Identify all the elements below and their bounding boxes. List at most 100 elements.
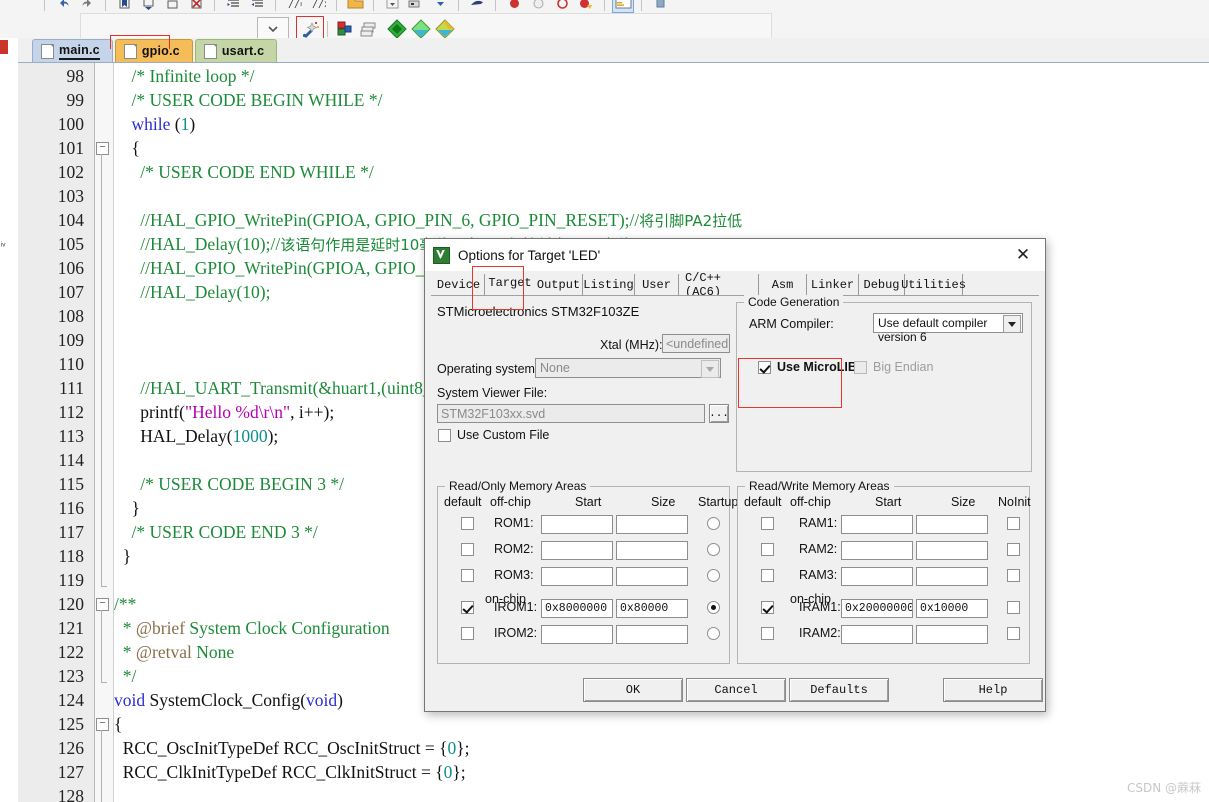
breakpoint-disable-icon[interactable]: [528, 0, 548, 12]
memory-noinit-checkbox[interactable]: [1007, 601, 1020, 614]
code-line[interactable]: void SystemClock_Config(void): [114, 688, 343, 712]
close-project-icon[interactable]: [0, 40, 8, 54]
code-line[interactable]: /* USER CODE END 3 */: [114, 520, 318, 544]
memory-size-input[interactable]: [616, 515, 688, 534]
memory-size-input[interactable]: 0x80000: [616, 599, 688, 618]
code-line[interactable]: * @retval None: [114, 640, 234, 664]
memory-start-input[interactable]: [541, 567, 613, 586]
rebuild-icon[interactable]: [433, 19, 457, 39]
chevron-down-icon[interactable]: [1003, 315, 1021, 333]
bookmark-icon[interactable]: [114, 0, 134, 12]
arm-compiler-select[interactable]: Use default compiler version 6: [873, 313, 1023, 344]
dropdown-arrow-icon[interactable]: [430, 0, 450, 12]
breakpoint-kill-all-icon[interactable]: [552, 0, 572, 12]
memory-default-checkbox[interactable]: [461, 543, 474, 556]
memory-default-checkbox[interactable]: [461, 627, 474, 640]
code-line[interactable]: {: [114, 136, 140, 160]
memory-start-input[interactable]: [541, 515, 613, 534]
operating-system-select[interactable]: None: [535, 358, 721, 378]
target-options-icon[interactable]: [406, 0, 426, 12]
dialog-tab-linker[interactable]: Linker: [807, 274, 859, 295]
file-tab-main-c[interactable]: main.c: [32, 39, 113, 62]
close-icon[interactable]: ✕: [1001, 239, 1045, 271]
memory-size-input[interactable]: [616, 625, 688, 644]
memory-start-input[interactable]: [841, 541, 913, 560]
chevron-down-icon[interactable]: [701, 360, 719, 378]
memory-start-input[interactable]: 0x8000000: [541, 599, 613, 618]
memory-size-input[interactable]: [616, 567, 688, 586]
memory-start-input[interactable]: [541, 625, 613, 644]
redo-icon[interactable]: [77, 0, 97, 12]
memory-size-input[interactable]: [916, 515, 988, 534]
fold-toggle-icon[interactable]: −: [96, 718, 109, 731]
breakpoint-insert-icon[interactable]: [504, 0, 524, 12]
dialog-tab-asm[interactable]: Asm: [759, 274, 807, 295]
code-line[interactable]: /* USER CODE END WHILE */: [114, 160, 373, 184]
code-line[interactable]: }: [114, 496, 140, 520]
memory-noinit-checkbox[interactable]: [1007, 627, 1020, 640]
outdent-icon[interactable]: [247, 0, 267, 12]
target-select-icon[interactable]: [382, 0, 402, 12]
memory-start-input[interactable]: 0x20000000: [841, 599, 913, 618]
memory-noinit-checkbox[interactable]: [1007, 569, 1020, 582]
code-line[interactable]: }: [114, 544, 131, 568]
breakpoint-disable-all-icon[interactable]: [576, 0, 596, 12]
memory-default-checkbox[interactable]: [761, 627, 774, 640]
code-line[interactable]: /* USER CODE BEGIN 3 */: [114, 472, 344, 496]
code-line[interactable]: /**: [114, 592, 136, 616]
code-line[interactable]: */: [114, 664, 137, 688]
ok-button[interactable]: OK: [583, 678, 683, 702]
memory-default-checkbox[interactable]: [761, 517, 774, 530]
memory-start-input[interactable]: [841, 625, 913, 644]
bookmark-clear-icon[interactable]: [186, 0, 206, 12]
code-line[interactable]: {: [114, 712, 122, 736]
cancel-button[interactable]: Cancel: [686, 678, 786, 702]
use-custom-file-checkbox[interactable]: [438, 429, 451, 442]
xtal-input[interactable]: <undefined>: [662, 334, 730, 353]
memory-size-input[interactable]: [916, 541, 988, 560]
project-window-icon[interactable]: [612, 0, 634, 13]
code-line[interactable]: HAL_Delay(1000);: [114, 424, 278, 448]
memory-noinit-checkbox[interactable]: [1007, 517, 1020, 530]
system-viewer-browse-button[interactable]: ...: [709, 404, 729, 423]
memory-start-input[interactable]: [541, 541, 613, 560]
memory-default-checkbox[interactable]: [761, 543, 774, 556]
dialog-tab-listing[interactable]: Listing: [583, 274, 635, 295]
dialog-tab-utilities[interactable]: Utilities: [901, 274, 966, 295]
fold-toggle-icon[interactable]: −: [96, 142, 109, 155]
memory-start-input[interactable]: [841, 567, 913, 586]
code-line[interactable]: RCC_OscInitTypeDef RCC_OscInitStruct = {…: [114, 736, 470, 760]
uncomment-icon[interactable]: //x: [308, 0, 328, 12]
memory-default-checkbox[interactable]: [461, 569, 474, 582]
help-button[interactable]: Help: [943, 678, 1043, 702]
code-line[interactable]: printf("Hello %d\r\n", i++);: [114, 400, 334, 424]
memory-default-checkbox[interactable]: [761, 601, 774, 614]
memory-default-checkbox[interactable]: [761, 569, 774, 582]
code-line[interactable]: //HAL_Delay(10);: [114, 280, 270, 304]
code-folding-column[interactable]: [95, 63, 114, 802]
indent-icon[interactable]: [223, 0, 243, 12]
code-line[interactable]: while (1): [114, 112, 196, 136]
debug-start-icon[interactable]: [467, 0, 487, 12]
window-dropdown-icon[interactable]: [650, 0, 670, 12]
code-line[interactable]: RCC_ClkInitTypeDef RCC_ClkInitStruct = {…: [114, 760, 466, 784]
memory-startup-radio[interactable]: [707, 601, 720, 614]
comment-icon[interactable]: //=: [284, 0, 304, 12]
system-viewer-file-input[interactable]: STM32F103xx.svd: [437, 404, 705, 423]
dialog-tab-output[interactable]: Output: [535, 274, 583, 295]
memory-size-input[interactable]: 0x10000: [916, 599, 988, 618]
code-line[interactable]: /* USER CODE BEGIN WHILE */: [114, 88, 383, 112]
memory-start-input[interactable]: [841, 515, 913, 534]
memory-default-checkbox[interactable]: [461, 601, 474, 614]
memory-size-input[interactable]: [616, 541, 688, 560]
memory-default-checkbox[interactable]: [461, 517, 474, 530]
dialog-tab-debug[interactable]: Debug: [859, 274, 905, 295]
fold-toggle-icon[interactable]: −: [96, 598, 109, 611]
memory-startup-radio[interactable]: [707, 569, 720, 582]
memory-startup-radio[interactable]: [707, 517, 720, 530]
build-icon[interactable]: [332, 20, 356, 38]
memory-size-input[interactable]: [916, 567, 988, 586]
undo-icon[interactable]: [53, 0, 73, 12]
file-tab-usart-c[interactable]: usart.c: [194, 39, 278, 62]
translate-icon[interactable]: [385, 19, 409, 39]
